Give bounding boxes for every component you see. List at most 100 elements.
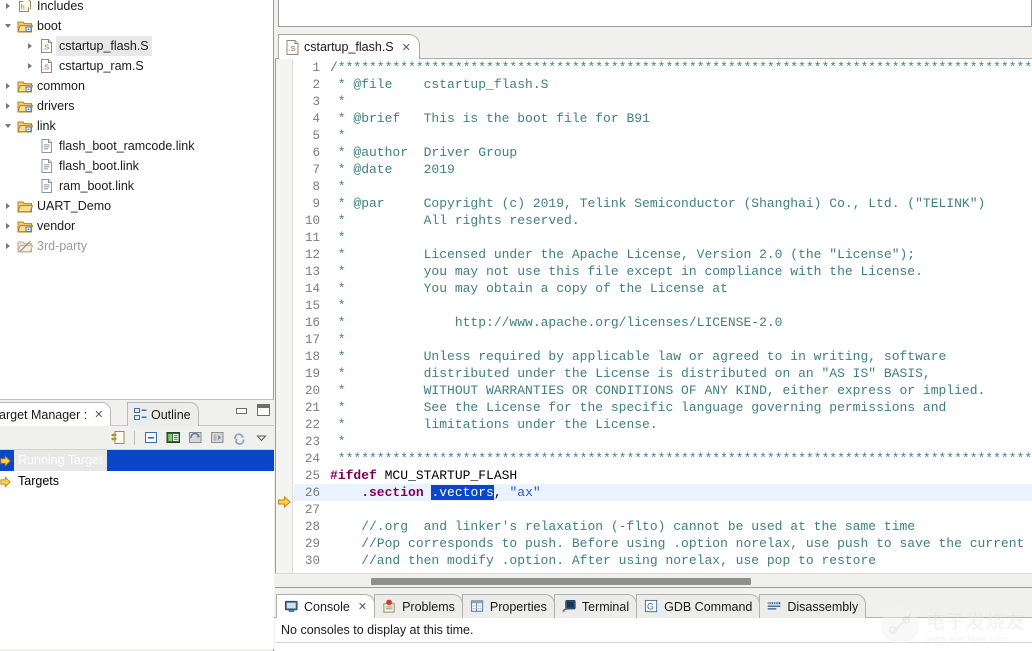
code-line[interactable]: 8 * <box>294 178 1032 195</box>
tab-disassembly[interactable]: Disassembly <box>759 594 867 618</box>
editor-horizontal-scrollbar[interactable] <box>275 573 1032 587</box>
code-line[interactable]: 10 * All rights reserved. <box>294 212 1032 229</box>
tab-cstartup-flash-s[interactable]: .S cstartup_flash.S ✕ <box>278 34 420 59</box>
code-token: * @author Driver Group <box>330 145 518 160</box>
line-text: ****************************************… <box>320 450 1032 467</box>
code-line[interactable]: 24 *************************************… <box>294 450 1032 467</box>
view-menu-icon[interactable] <box>252 429 270 447</box>
code-line[interactable]: 4 * @brief This is the boot file for B91 <box>294 110 1032 127</box>
tab-properties[interactable]: Properties <box>461 594 555 618</box>
tree-item-drivers[interactable]: drivers <box>0 96 273 116</box>
source-editor[interactable]: 1 /**************************************… <box>275 59 1032 588</box>
code-line[interactable]: 12 * Licensed under the Apache License, … <box>294 246 1032 263</box>
chevron-down-icon[interactable] <box>0 16 16 36</box>
code-line[interactable]: 11 * <box>294 229 1032 246</box>
tree-item-uart-demo[interactable]: UART_Demo <box>0 196 273 216</box>
code-line[interactable]: 23 * <box>294 433 1032 450</box>
code-line[interactable]: 2 * @file cstartup_flash.S <box>294 76 1032 93</box>
close-icon[interactable]: ✕ <box>358 600 367 613</box>
import-targets-icon[interactable] <box>208 429 226 447</box>
tree-item-3rd-party[interactable]: 3rd-party <box>0 236 273 256</box>
line-number: 1 <box>312 61 320 75</box>
code-token: * http://www.apache.org/licenses/LICENSE… <box>330 315 783 330</box>
editor-marker-gutter[interactable] <box>276 59 293 588</box>
show-properties-icon[interactable] <box>164 429 182 447</box>
code-text[interactable]: 1 /**************************************… <box>294 59 1032 588</box>
close-icon[interactable]: ✕ <box>94 408 103 421</box>
code-line[interactable]: 19 * distributed under the License is di… <box>294 365 1032 382</box>
target-item-targets[interactable]: Targets <box>0 471 274 492</box>
code-line[interactable]: 29 //Pop corresponds to push. Before usi… <box>294 535 1032 552</box>
properties-icon <box>470 599 485 614</box>
project-tree[interactable]: h Includes boot .S cstartup_flash.S .S cstartu… <box>0 0 273 399</box>
code-line[interactable]: 21 * See the License for the specific la… <box>294 399 1032 416</box>
refresh-targets-icon[interactable] <box>186 429 204 447</box>
tab-terminal[interactable]: Terminal <box>553 594 638 618</box>
code-line[interactable]: 26 .section .vectors, "ax" <box>294 484 1032 501</box>
scrollbar-thumb[interactable] <box>371 578 751 585</box>
line-number: 10 <box>304 214 320 228</box>
tree-item-ram-boot-link[interactable]: ram_boot.link <box>0 176 273 196</box>
target-manager-tree[interactable]: Running Target Targets <box>0 450 274 649</box>
chevron-right-icon[interactable] <box>0 0 16 16</box>
tree-item-flash-boot-ramcode-link[interactable]: flash_boot_ramcode.link <box>0 136 273 156</box>
svg-text:.S: .S <box>289 44 296 53</box>
chevron-right-icon[interactable] <box>22 56 38 76</box>
code-line[interactable]: 30 //and then modify .option. After usin… <box>294 552 1032 569</box>
target-item-running-target[interactable]: Running Target <box>0 450 274 471</box>
includes-icon: h <box>16 0 34 16</box>
line-text: //.org and linker's relaxation (-flto) c… <box>320 518 915 535</box>
tree-item-label: flash_boot.link <box>59 159 139 173</box>
tab-console[interactable]: Console ✕ <box>276 594 376 618</box>
line-number: 8 <box>312 180 320 194</box>
tree-item-flash-boot-link[interactable]: flash_boot.link <box>0 156 273 176</box>
tree-item-cstartup-ram-s[interactable]: .S cstartup_ram.S <box>0 56 273 76</box>
chevron-right-icon[interactable] <box>0 76 16 96</box>
chevron-right-icon[interactable] <box>0 96 16 116</box>
text-file-icon <box>38 156 56 176</box>
tree-item-boot[interactable]: boot <box>0 16 273 36</box>
close-icon[interactable]: ✕ <box>402 41 411 54</box>
sync-targets-icon[interactable] <box>230 429 248 447</box>
code-line[interactable]: 3 * <box>294 93 1032 110</box>
chevron-right-icon[interactable] <box>0 236 16 256</box>
line-number: 19 <box>304 367 320 381</box>
tree-item-cstartup-flash-s[interactable]: .S cstartup_flash.S <box>0 36 273 56</box>
tab-target-manager[interactable]: arget Manager : ✕ <box>0 402 112 426</box>
code-line[interactable]: 22 * limitations under the License. <box>294 416 1032 433</box>
code-line[interactable]: 7 * @date 2019 <box>294 161 1032 178</box>
code-line[interactable]: 9 * @par Copyright (c) 2019, Telink Semi… <box>294 195 1032 212</box>
svg-text:.S: .S <box>42 65 49 72</box>
collapse-all-icon[interactable] <box>142 429 160 447</box>
code-line[interactable]: 14 * You may obtain a copy of the Licens… <box>294 280 1032 297</box>
code-line[interactable]: 27 <box>294 501 1032 518</box>
tab-problems[interactable]: Problems <box>374 594 463 618</box>
tab-outline[interactable]: Outline <box>127 402 199 426</box>
code-line[interactable]: 6 * @author Driver Group <box>294 144 1032 161</box>
project-explorer-view[interactable]: h Includes boot .S cstartup_flash.S .S cstartu… <box>0 0 274 400</box>
chevron-right-icon[interactable] <box>0 196 16 216</box>
link-with-editor-icon[interactable] <box>109 429 127 447</box>
code-line[interactable]: 28 //.org and linker's relaxation (-flto… <box>294 518 1032 535</box>
tree-item-label: 3rd-party <box>37 239 88 253</box>
code-line[interactable]: 18 * Unless required by applicable law o… <box>294 348 1032 365</box>
maximize-button[interactable] <box>257 404 270 416</box>
minimize-button[interactable] <box>235 405 248 415</box>
code-line[interactable]: 25 #ifdef MCU_STARTUP_FLASH <box>294 467 1032 484</box>
code-line[interactable]: 20 * WITHOUT WARRANTIES OR CONDITIONS OF… <box>294 382 1032 399</box>
code-line[interactable]: 1 /**************************************… <box>294 59 1032 76</box>
chevron-right-icon[interactable] <box>0 216 16 236</box>
tab-gdb-command[interactable]: G GDB Command <box>636 594 761 618</box>
code-line[interactable]: 17 * <box>294 331 1032 348</box>
tree-item-link[interactable]: link <box>0 116 273 136</box>
chevron-down-icon[interactable] <box>0 116 16 136</box>
target-manager-tabbar: arget Manager : ✕ Outline <box>0 400 274 426</box>
tree-item-common[interactable]: common <box>0 76 273 96</box>
chevron-right-icon[interactable] <box>22 36 38 56</box>
tree-item-vendor[interactable]: vendor <box>0 216 273 236</box>
code-line[interactable]: 15 * <box>294 297 1032 314</box>
tree-item-includes[interactable]: h Includes <box>0 0 273 16</box>
code-line[interactable]: 13 * you may not use this file except in… <box>294 263 1032 280</box>
code-line[interactable]: 5 * <box>294 127 1032 144</box>
code-line[interactable]: 16 * http://www.apache.org/licenses/LICE… <box>294 314 1032 331</box>
